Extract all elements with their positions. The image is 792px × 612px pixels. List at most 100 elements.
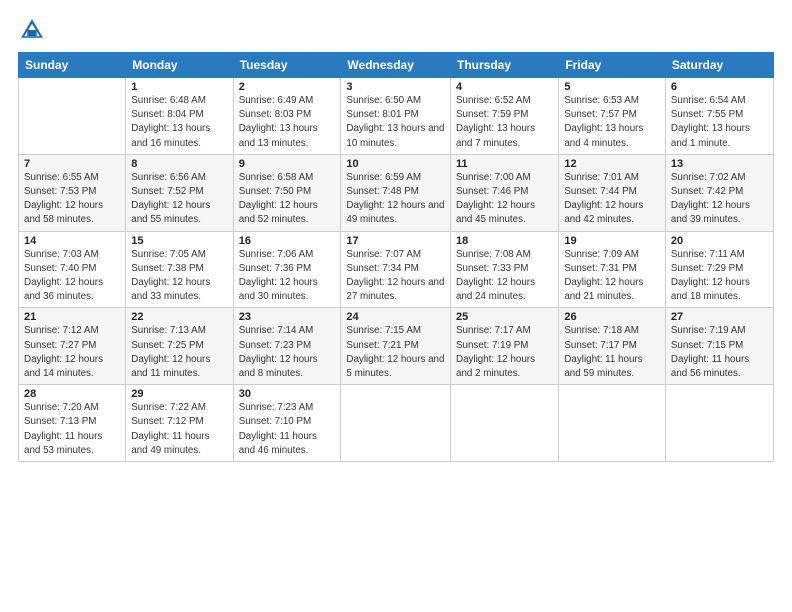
day-info: Sunrise: 6:49 AM Sunset: 8:03 PM Dayligh… [239, 94, 336, 151]
calendar-cell [341, 385, 451, 462]
day-info: Sunrise: 7:03 AM Sunset: 7:40 PM Dayligh… [24, 248, 120, 305]
day-number: 5 [564, 81, 660, 93]
day-info: Sunrise: 7:11 AM Sunset: 7:29 PM Dayligh… [671, 248, 768, 305]
logo [18, 16, 50, 44]
day-number: 6 [671, 81, 768, 93]
day-info: Sunrise: 7:18 AM Sunset: 7:17 PM Dayligh… [564, 324, 660, 381]
calendar-cell: 7Sunrise: 6:55 AM Sunset: 7:53 PM Daylig… [19, 154, 126, 231]
page: SundayMondayTuesdayWednesdayThursdayFrid… [0, 0, 792, 612]
day-info: Sunrise: 7:14 AM Sunset: 7:23 PM Dayligh… [239, 324, 336, 381]
day-number: 22 [131, 311, 227, 323]
day-number: 9 [239, 158, 336, 170]
day-info: Sunrise: 7:19 AM Sunset: 7:15 PM Dayligh… [671, 324, 768, 381]
day-info: Sunrise: 7:00 AM Sunset: 7:46 PM Dayligh… [456, 171, 553, 228]
header-day: Wednesday [341, 53, 451, 78]
day-number: 10 [346, 158, 445, 170]
calendar-cell: 8Sunrise: 6:56 AM Sunset: 7:52 PM Daylig… [126, 154, 233, 231]
calendar-cell: 24Sunrise: 7:15 AM Sunset: 7:21 PM Dayli… [341, 308, 451, 385]
day-number: 24 [346, 311, 445, 323]
calendar-cell: 14Sunrise: 7:03 AM Sunset: 7:40 PM Dayli… [19, 231, 126, 308]
day-info: Sunrise: 6:50 AM Sunset: 8:01 PM Dayligh… [346, 94, 445, 151]
day-number: 18 [456, 235, 553, 247]
day-info: Sunrise: 7:13 AM Sunset: 7:25 PM Dayligh… [131, 324, 227, 381]
day-number: 17 [346, 235, 445, 247]
header-day: Thursday [451, 53, 559, 78]
logo-icon [18, 16, 46, 44]
day-number: 2 [239, 81, 336, 93]
day-number: 14 [24, 235, 120, 247]
day-number: 12 [564, 158, 660, 170]
day-info: Sunrise: 6:48 AM Sunset: 8:04 PM Dayligh… [131, 94, 227, 151]
day-info: Sunrise: 7:05 AM Sunset: 7:38 PM Dayligh… [131, 248, 227, 305]
day-number: 15 [131, 235, 227, 247]
day-number: 21 [24, 311, 120, 323]
day-info: Sunrise: 7:17 AM Sunset: 7:19 PM Dayligh… [456, 324, 553, 381]
day-info: Sunrise: 7:12 AM Sunset: 7:27 PM Dayligh… [24, 324, 120, 381]
day-info: Sunrise: 7:06 AM Sunset: 7:36 PM Dayligh… [239, 248, 336, 305]
calendar-cell: 4Sunrise: 6:52 AM Sunset: 7:59 PM Daylig… [451, 78, 559, 155]
header-day: Friday [559, 53, 666, 78]
calendar-cell: 29Sunrise: 7:22 AM Sunset: 7:12 PM Dayli… [126, 385, 233, 462]
day-number: 3 [346, 81, 445, 93]
day-number: 30 [239, 388, 336, 400]
day-info: Sunrise: 7:22 AM Sunset: 7:12 PM Dayligh… [131, 401, 227, 458]
calendar-cell: 9Sunrise: 6:58 AM Sunset: 7:50 PM Daylig… [233, 154, 341, 231]
day-info: Sunrise: 7:07 AM Sunset: 7:34 PM Dayligh… [346, 248, 445, 305]
day-number: 29 [131, 388, 227, 400]
day-number: 25 [456, 311, 553, 323]
calendar-cell: 17Sunrise: 7:07 AM Sunset: 7:34 PM Dayli… [341, 231, 451, 308]
day-number: 23 [239, 311, 336, 323]
header-day: Tuesday [233, 53, 341, 78]
calendar-week-row: 1Sunrise: 6:48 AM Sunset: 8:04 PM Daylig… [19, 78, 774, 155]
calendar-cell: 27Sunrise: 7:19 AM Sunset: 7:15 PM Dayli… [665, 308, 773, 385]
header-row: SundayMondayTuesdayWednesdayThursdayFrid… [19, 53, 774, 78]
day-number: 4 [456, 81, 553, 93]
day-number: 28 [24, 388, 120, 400]
day-info: Sunrise: 7:20 AM Sunset: 7:13 PM Dayligh… [24, 401, 120, 458]
calendar-cell: 12Sunrise: 7:01 AM Sunset: 7:44 PM Dayli… [559, 154, 666, 231]
day-info: Sunrise: 6:52 AM Sunset: 7:59 PM Dayligh… [456, 94, 553, 151]
calendar-cell: 16Sunrise: 7:06 AM Sunset: 7:36 PM Dayli… [233, 231, 341, 308]
calendar-cell: 18Sunrise: 7:08 AM Sunset: 7:33 PM Dayli… [451, 231, 559, 308]
calendar-cell: 15Sunrise: 7:05 AM Sunset: 7:38 PM Dayli… [126, 231, 233, 308]
day-number: 20 [671, 235, 768, 247]
calendar-table: SundayMondayTuesdayWednesdayThursdayFrid… [18, 52, 774, 462]
day-number: 13 [671, 158, 768, 170]
calendar-cell: 6Sunrise: 6:54 AM Sunset: 7:55 PM Daylig… [665, 78, 773, 155]
day-info: Sunrise: 6:55 AM Sunset: 7:53 PM Dayligh… [24, 171, 120, 228]
day-number: 27 [671, 311, 768, 323]
calendar-cell: 22Sunrise: 7:13 AM Sunset: 7:25 PM Dayli… [126, 308, 233, 385]
calendar-cell: 10Sunrise: 6:59 AM Sunset: 7:48 PM Dayli… [341, 154, 451, 231]
calendar-cell: 30Sunrise: 7:23 AM Sunset: 7:10 PM Dayli… [233, 385, 341, 462]
calendar-cell: 11Sunrise: 7:00 AM Sunset: 7:46 PM Dayli… [451, 154, 559, 231]
calendar-cell: 13Sunrise: 7:02 AM Sunset: 7:42 PM Dayli… [665, 154, 773, 231]
calendar-week-row: 14Sunrise: 7:03 AM Sunset: 7:40 PM Dayli… [19, 231, 774, 308]
header-day: Sunday [19, 53, 126, 78]
day-info: Sunrise: 7:01 AM Sunset: 7:44 PM Dayligh… [564, 171, 660, 228]
calendar-cell: 3Sunrise: 6:50 AM Sunset: 8:01 PM Daylig… [341, 78, 451, 155]
calendar-week-row: 7Sunrise: 6:55 AM Sunset: 7:53 PM Daylig… [19, 154, 774, 231]
calendar-cell: 19Sunrise: 7:09 AM Sunset: 7:31 PM Dayli… [559, 231, 666, 308]
calendar-cell: 2Sunrise: 6:49 AM Sunset: 8:03 PM Daylig… [233, 78, 341, 155]
day-info: Sunrise: 7:08 AM Sunset: 7:33 PM Dayligh… [456, 248, 553, 305]
day-info: Sunrise: 7:09 AM Sunset: 7:31 PM Dayligh… [564, 248, 660, 305]
day-info: Sunrise: 6:53 AM Sunset: 7:57 PM Dayligh… [564, 94, 660, 151]
calendar-cell [559, 385, 666, 462]
calendar-cell: 1Sunrise: 6:48 AM Sunset: 8:04 PM Daylig… [126, 78, 233, 155]
day-number: 16 [239, 235, 336, 247]
day-info: Sunrise: 7:15 AM Sunset: 7:21 PM Dayligh… [346, 324, 445, 381]
day-info: Sunrise: 6:54 AM Sunset: 7:55 PM Dayligh… [671, 94, 768, 151]
day-info: Sunrise: 7:23 AM Sunset: 7:10 PM Dayligh… [239, 401, 336, 458]
calendar-cell: 21Sunrise: 7:12 AM Sunset: 7:27 PM Dayli… [19, 308, 126, 385]
calendar-cell: 28Sunrise: 7:20 AM Sunset: 7:13 PM Dayli… [19, 385, 126, 462]
header-day: Saturday [665, 53, 773, 78]
calendar-cell [451, 385, 559, 462]
header-day: Monday [126, 53, 233, 78]
day-number: 1 [131, 81, 227, 93]
calendar-week-row: 21Sunrise: 7:12 AM Sunset: 7:27 PM Dayli… [19, 308, 774, 385]
day-number: 26 [564, 311, 660, 323]
day-number: 11 [456, 158, 553, 170]
header [18, 16, 774, 44]
calendar-cell: 20Sunrise: 7:11 AM Sunset: 7:29 PM Dayli… [665, 231, 773, 308]
day-info: Sunrise: 6:58 AM Sunset: 7:50 PM Dayligh… [239, 171, 336, 228]
